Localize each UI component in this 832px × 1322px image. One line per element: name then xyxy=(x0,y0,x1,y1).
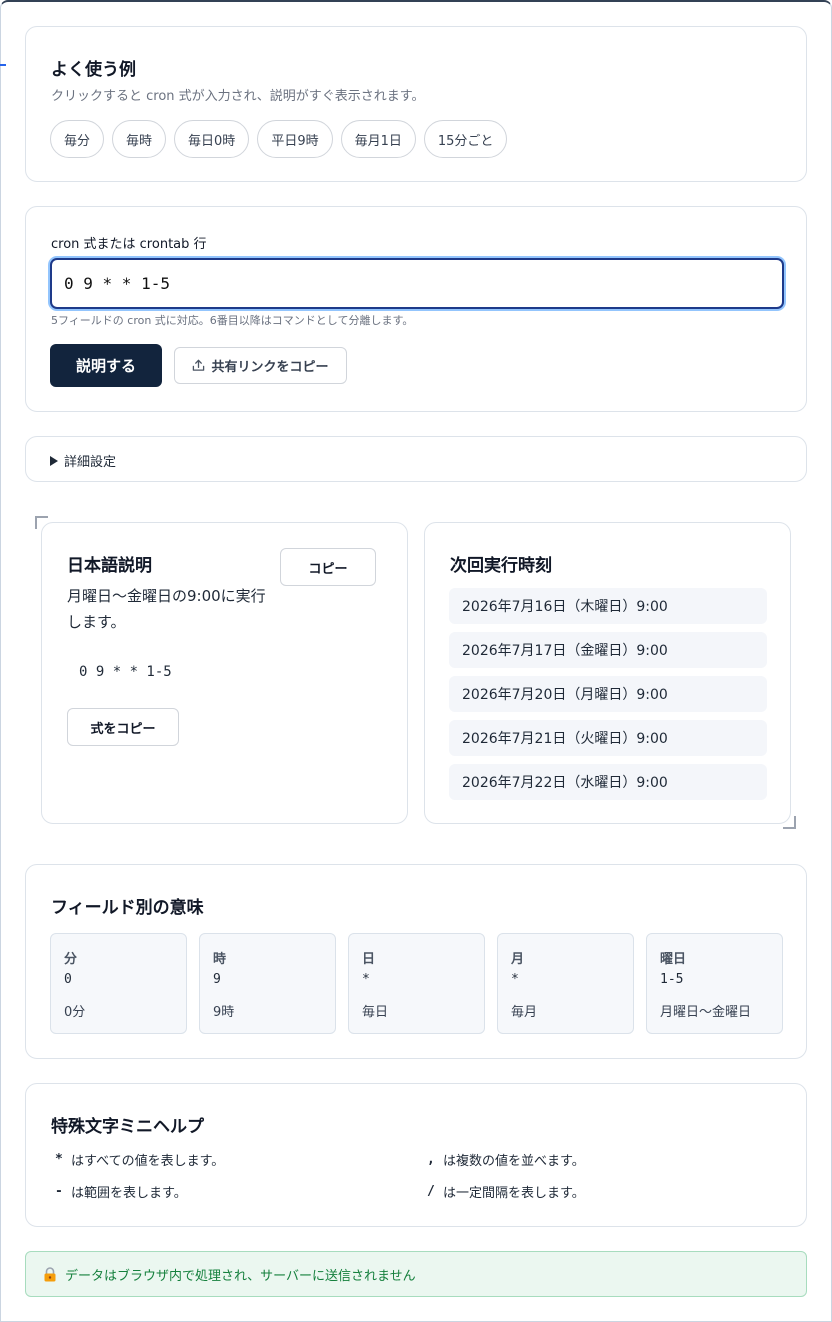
field-meaning: 9時 xyxy=(213,1005,235,1020)
field-name: 曜日 xyxy=(660,952,687,967)
field-cell-minute: 分 0 0分 xyxy=(50,933,187,1034)
field-value: 1-5 xyxy=(660,972,684,987)
next-run-item: 2026年7月16日（木曜日）9:00 xyxy=(449,588,767,624)
field-cell-month: 月 * 毎月 xyxy=(497,933,634,1034)
help-title: 特殊文字ミニヘルプ xyxy=(51,1117,204,1137)
next-runs-title: 次回実行時刻 xyxy=(450,556,552,576)
next-run-item: 2026年7月17日（金曜日）9:00 xyxy=(449,632,767,668)
field-name: 分 xyxy=(64,952,78,967)
field-meaning: 0分 xyxy=(64,1005,86,1020)
field-cell-weekday: 曜日 1-5 月曜日〜金曜日 xyxy=(646,933,783,1034)
description-panel: 日本語説明 コピー 月曜日〜金曜日の9:00に実行します。 0 9 * * 1-… xyxy=(41,522,408,824)
field-meaning-title: フィールド別の意味 xyxy=(51,898,204,918)
help-text: は複数の値を並べます。 xyxy=(443,1154,585,1169)
description-text: 月曜日〜金曜日の9:00に実行します。 xyxy=(67,587,266,631)
special-chars-help-card: 特殊文字ミニヘルプ * はすべての値を表します。 , は複数の値を並べます。 -… xyxy=(25,1083,807,1227)
explain-button[interactable]: 説明する xyxy=(50,344,162,387)
example-chip-every-minute[interactable]: 毎分 xyxy=(50,120,105,158)
help-item-asterisk: * はすべての値を表します。 xyxy=(55,1150,224,1169)
next-runs-list: 2026年7月16日（木曜日）9:00 2026年7月17日（金曜日）9:00 … xyxy=(449,588,767,808)
example-chip-every-15-min[interactable]: 15分ごと xyxy=(423,120,508,158)
help-text: は範囲を表します。 xyxy=(71,1186,187,1201)
field-grid: 分 0 0分 時 9 9時 日 * 毎日 月 * 毎月 曜日 1-5 月曜日〜金… xyxy=(50,933,783,1034)
edge-marker xyxy=(0,64,6,66)
example-chip-weekdays-9[interactable]: 平日9時 xyxy=(257,120,333,158)
advanced-settings-label: 詳細設定 xyxy=(64,455,117,470)
lock-icon xyxy=(44,1266,56,1281)
advanced-settings[interactable]: 詳細設定 xyxy=(25,436,807,482)
field-value: 0 xyxy=(64,972,72,987)
field-name: 日 xyxy=(362,952,376,967)
disclosure-triangle-icon xyxy=(50,455,58,466)
privacy-notice-text: データはブラウザ内で処理され、サーバーに送信されません xyxy=(65,1268,416,1284)
next-runs-panel: 次回実行時刻 2026年7月16日（木曜日）9:00 2026年7月17日（金曜… xyxy=(424,522,791,824)
cron-input-hint: 5フィールドの cron 式に対応。6番目以降はコマンドとして分離します。 xyxy=(51,314,414,327)
field-value: * xyxy=(511,972,519,987)
field-name: 時 xyxy=(213,952,227,967)
field-cell-day: 日 * 毎日 xyxy=(348,933,485,1034)
field-name: 月 xyxy=(511,952,525,967)
copy-expression-button[interactable]: 式をコピー xyxy=(67,708,179,746)
example-chip-monthly-1st[interactable]: 毎月1日 xyxy=(340,120,416,158)
example-chip-daily-midnight[interactable]: 毎日0時 xyxy=(174,120,250,158)
help-item-hyphen: - は範囲を表します。 xyxy=(55,1182,187,1201)
cron-input[interactable] xyxy=(50,258,784,309)
next-run-item: 2026年7月21日（火曜日）9:00 xyxy=(449,720,767,756)
next-run-item: 2026年7月22日（水曜日）9:00 xyxy=(449,764,767,800)
share-link-button[interactable]: 共有リンクをコピー xyxy=(174,347,347,384)
field-meaning-card: フィールド別の意味 分 0 0分 時 9 9時 日 * 毎日 月 * 毎月 曜日… xyxy=(25,864,807,1059)
field-meaning: 毎月 xyxy=(511,1005,538,1020)
next-run-item: 2026年7月20日（月曜日）9:00 xyxy=(449,676,767,712)
help-symbol: - xyxy=(55,1184,63,1199)
examples-card: よく使う例 クリックすると cron 式が入力され、説明がすぐ表示されます。 毎… xyxy=(25,26,807,182)
help-text: は一定間隔を表します。 xyxy=(443,1186,585,1201)
help-symbol: / xyxy=(427,1184,435,1199)
help-text: はすべての値を表します。 xyxy=(71,1154,225,1169)
examples-title: よく使う例 xyxy=(51,60,136,80)
copy-description-button[interactable]: コピー xyxy=(280,548,376,586)
field-cell-hour: 時 9 9時 xyxy=(199,933,336,1034)
example-chips: 毎分 毎時 毎日0時 平日9時 毎月1日 15分ごと xyxy=(50,120,508,158)
share-icon xyxy=(193,359,205,371)
advanced-settings-summary[interactable]: 詳細設定 xyxy=(50,451,116,470)
help-item-slash: / は一定間隔を表します。 xyxy=(427,1182,585,1201)
expression-display: 0 9 * * 1-5 xyxy=(79,664,172,680)
cron-input-label: cron 式または crontab 行 xyxy=(51,237,207,252)
field-meaning: 毎日 xyxy=(362,1005,389,1020)
field-value: 9 xyxy=(213,972,221,987)
help-symbol: * xyxy=(55,1152,63,1167)
privacy-notice: データはブラウザ内で処理され、サーバーに送信されません xyxy=(25,1251,807,1297)
help-symbol: , xyxy=(427,1152,435,1167)
field-meaning: 月曜日〜金曜日 xyxy=(660,1005,752,1020)
description-title: 日本語説明 xyxy=(67,556,152,576)
share-link-label: 共有リンクをコピー xyxy=(211,360,329,375)
field-value: * xyxy=(362,972,370,987)
example-chip-every-hour[interactable]: 毎時 xyxy=(112,120,167,158)
examples-subtitle: クリックすると cron 式が入力され、説明がすぐ表示されます。 xyxy=(51,89,425,104)
help-item-comma: , は複数の値を並べます。 xyxy=(427,1150,585,1169)
cron-input-card: cron 式または crontab 行 5フィールドの cron 式に対応。6番… xyxy=(25,206,807,412)
